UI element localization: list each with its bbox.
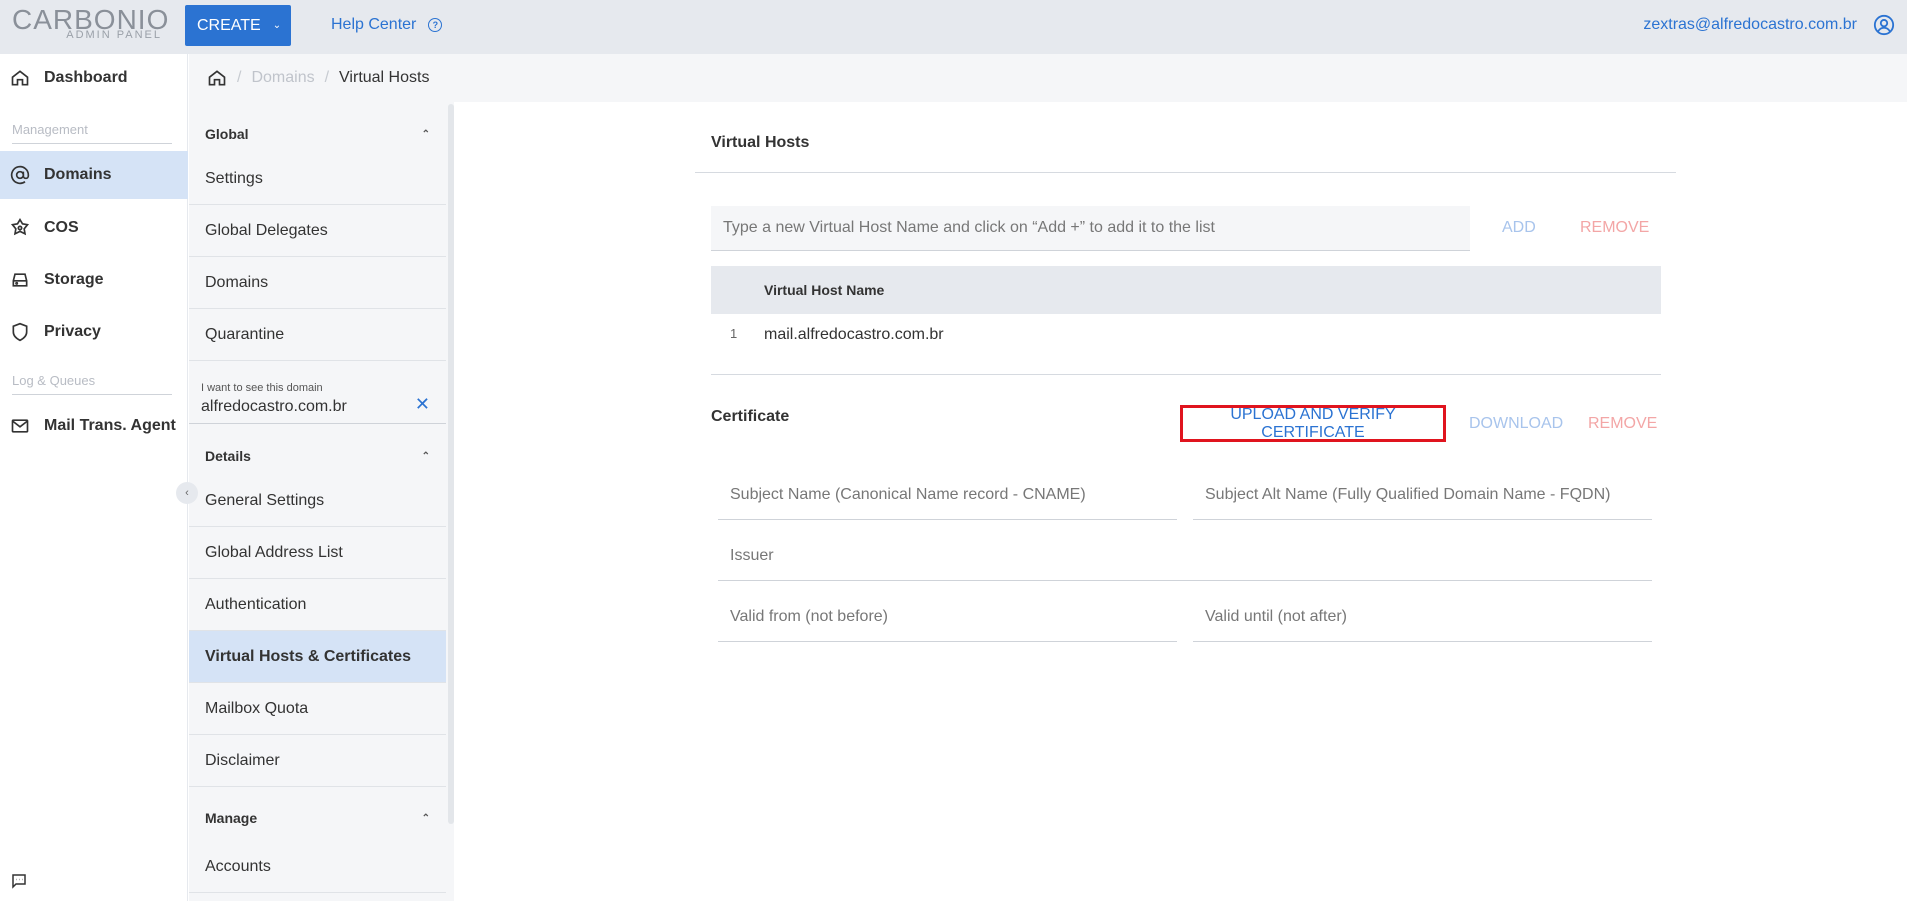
breadcrumb-current: Virtual Hosts: [339, 69, 430, 86]
nav-dashboard[interactable]: Dashboard: [0, 54, 188, 102]
chevron-down-icon: ⌄: [272, 20, 282, 31]
create-button[interactable]: CREATE ⌄: [185, 5, 291, 46]
user-avatar-icon[interactable]: [1873, 14, 1895, 36]
domain-selector[interactable]: I want to see this domain alfredocastro.…: [189, 372, 446, 424]
table-row[interactable]: 1 mail.alfredocastro.com.br: [711, 314, 1661, 358]
close-icon[interactable]: ✕: [415, 394, 430, 415]
nav-storage[interactable]: Storage: [0, 256, 188, 304]
subnav-item-global-address-list[interactable]: Global Address List: [189, 527, 446, 579]
subnav-item-domains[interactable]: Domains: [189, 257, 446, 309]
subnav-item-authentication[interactable]: Authentication: [189, 579, 446, 631]
divider: [711, 374, 1661, 375]
virtual-host-input[interactable]: [711, 206, 1470, 251]
top-bar: CARBONIO ADMIN PANEL CREATE ⌄ Help Cente…: [0, 0, 1907, 54]
row-virtual-host-name: mail.alfredocastro.com.br: [764, 326, 944, 343]
storage-icon: [12, 273, 28, 287]
nav-cos-label: COS: [44, 219, 79, 236]
home-icon: [11, 70, 29, 86]
download-button[interactable]: DOWNLOAD: [1469, 415, 1563, 433]
page-title: Virtual Hosts: [711, 134, 810, 151]
create-label: CREATE: [197, 16, 261, 34]
table-header: Virtual Host Name: [711, 266, 1661, 314]
section-global-header[interactable]: Global ⌃: [189, 115, 446, 153]
help-center-label: Help Center: [331, 16, 417, 33]
user-email[interactable]: zextras@alfredocastro.com.br: [1643, 16, 1857, 34]
nav-privacy-label: Privacy: [44, 323, 101, 340]
help-center-link[interactable]: Help Center ?: [331, 16, 443, 34]
section-details-label: Details: [205, 448, 251, 464]
domain-selector-label: I want to see this domain: [201, 382, 323, 394]
feedback-icon[interactable]: [10, 872, 28, 890]
subnav-item-quarantine[interactable]: Quarantine: [189, 309, 446, 361]
nav-storage-label: Storage: [44, 271, 104, 288]
certificate-title: Certificate: [711, 408, 790, 425]
row-index: 1: [730, 326, 738, 341]
subnav-item-accounts[interactable]: Accounts: [189, 841, 446, 893]
domain-selector-value: alfredocastro.com.br: [201, 398, 347, 415]
add-button[interactable]: ADD: [1502, 219, 1536, 237]
nav-mta-label: Mail Trans. Agent: [44, 417, 176, 434]
collapse-sidebar-button[interactable]: ‹: [176, 482, 198, 504]
shield-icon: [12, 322, 28, 342]
nav-section-management: Management: [12, 122, 172, 144]
breadcrumb-domains[interactable]: Domains: [251, 69, 314, 87]
carbonio-logo[interactable]: CARBONIO ADMIN PANEL: [12, 4, 168, 44]
subnav-item-mailbox-quota[interactable]: Mailbox Quota: [189, 683, 446, 735]
question-icon: ?: [428, 18, 443, 32]
section-global-label: Global: [205, 126, 249, 142]
nav-cos[interactable]: COS: [0, 204, 188, 252]
section-details-header[interactable]: Details ⌃: [189, 437, 446, 475]
nav-domains-label: Domains: [44, 166, 112, 183]
breadcrumb: / Domains / Virtual Hosts: [189, 54, 1907, 102]
subnav-item-settings[interactable]: Settings: [189, 153, 446, 205]
mail-icon: [11, 419, 29, 433]
issuer-field[interactable]: Issuer: [718, 531, 1652, 581]
section-manage-header[interactable]: Manage ⌃: [189, 799, 446, 837]
remove-virtual-host-button[interactable]: REMOVE: [1580, 219, 1649, 237]
subnav-item-disclaimer[interactable]: Disclaimer: [189, 735, 446, 787]
subnav-item-virtual-hosts[interactable]: Virtual Hosts & Certificates: [189, 631, 446, 683]
section-manage-label: Manage: [205, 810, 258, 826]
subnav-item-general-settings[interactable]: General Settings: [189, 475, 446, 527]
chevron-up-icon: ⌃: [421, 812, 430, 824]
domain-subnav: Global ⌃ Settings Global Delegates Domai…: [189, 102, 454, 901]
nav-domains[interactable]: Domains: [0, 151, 188, 199]
nav-section-logs: Log & Queues: [12, 373, 172, 395]
left-navigation: Dashboard Management Domains COS Storage…: [0, 54, 188, 901]
chevron-up-icon: ⌃: [421, 128, 430, 140]
cos-icon: [10, 218, 30, 236]
home-icon[interactable]: [207, 68, 227, 88]
nav-dashboard-label: Dashboard: [44, 69, 128, 86]
column-virtual-host-name: Virtual Host Name: [764, 282, 885, 298]
subnav-item-global-delegates[interactable]: Global Delegates: [189, 205, 446, 257]
chevron-up-icon: ⌃: [421, 450, 430, 462]
subject-alt-name-field[interactable]: Subject Alt Name (Fully Qualified Domain…: [1193, 470, 1652, 520]
at-icon: [10, 165, 30, 185]
nav-privacy[interactable]: Privacy: [0, 308, 188, 356]
valid-until-field[interactable]: Valid until (not after): [1193, 592, 1652, 642]
subnav-scrollbar[interactable]: [448, 104, 454, 824]
logo-subtitle: ADMIN PANEL: [66, 29, 162, 41]
subject-name-field[interactable]: Subject Name (Canonical Name record - CN…: [718, 470, 1177, 520]
nav-mta[interactable]: Mail Trans. Agent: [0, 402, 188, 450]
breadcrumb-separator: /: [237, 69, 242, 86]
breadcrumb-separator: /: [324, 69, 330, 86]
divider: [695, 172, 1676, 173]
remove-certificate-button[interactable]: REMOVE: [1588, 415, 1657, 433]
valid-from-field[interactable]: Valid from (not before): [718, 592, 1177, 642]
upload-verify-certificate-button[interactable]: UPLOAD AND VERIFY CERTIFICATE: [1180, 405, 1446, 442]
